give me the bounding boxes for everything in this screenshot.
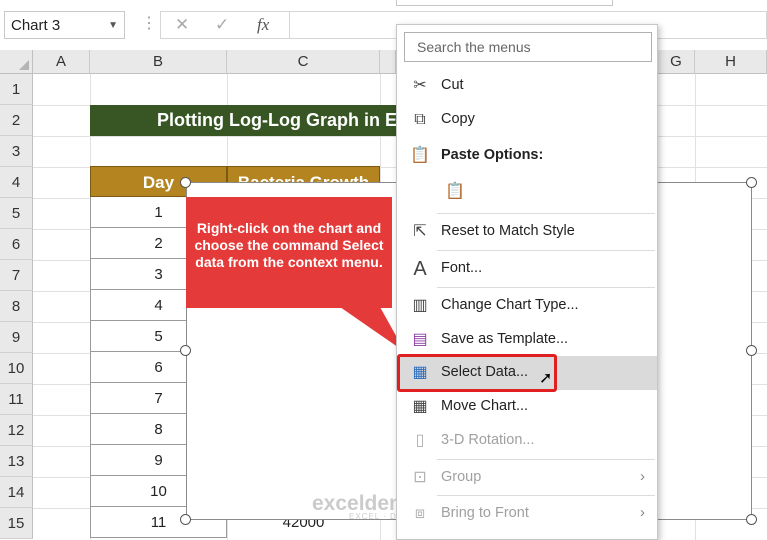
resize-handle[interactable] bbox=[746, 345, 757, 356]
menu-item-label: Change Chart Type... bbox=[441, 297, 579, 313]
chevron-right-icon: › bbox=[640, 468, 645, 485]
column-header-h[interactable]: H bbox=[695, 50, 767, 74]
rotation-icon: ▯ bbox=[415, 432, 425, 449]
menu-item-save-template[interactable]: ▤ Save as Template... bbox=[397, 323, 657, 357]
menu-search-input[interactable]: Search the menus bbox=[404, 32, 652, 62]
highlight-box bbox=[397, 354, 557, 392]
resize-handle[interactable] bbox=[746, 514, 757, 525]
resize-handle[interactable] bbox=[180, 514, 191, 525]
reset-style-icon: ⇱ bbox=[413, 223, 427, 240]
menu-item-cut[interactable]: ✂ Cut bbox=[397, 69, 657, 103]
menu-item-move-chart[interactable]: ▦ Move Chart... bbox=[397, 390, 657, 424]
row-header-3[interactable]: 3 bbox=[0, 136, 33, 167]
column-header-a[interactable]: A bbox=[33, 50, 90, 74]
row-header-2[interactable]: 2 bbox=[0, 105, 33, 136]
sheet-title: Plotting Log-Log Graph in Ex bbox=[90, 105, 400, 136]
menu-item-label: Bring to Front bbox=[441, 505, 529, 521]
context-menu: Search the menus ✂ Cut ⧉ Copy 📋 Paste Op… bbox=[396, 24, 658, 540]
menu-item-font[interactable]: A Font... bbox=[397, 252, 657, 286]
column-header-d[interactable] bbox=[380, 50, 396, 74]
check-icon[interactable]: ✓ bbox=[215, 15, 229, 35]
row-header-12[interactable]: 12 bbox=[0, 415, 33, 446]
bring-front-icon: ⧈ bbox=[414, 505, 426, 522]
menu-item-change-chart-type[interactable]: ▥ Change Chart Type... bbox=[397, 289, 657, 323]
row-header-13[interactable]: 13 bbox=[0, 446, 33, 477]
row-header-15[interactable]: 15 bbox=[0, 508, 33, 539]
row-header-11[interactable]: 11 bbox=[0, 384, 33, 415]
move-chart-icon: ▦ bbox=[412, 398, 428, 415]
row-header-9[interactable]: 9 bbox=[0, 322, 33, 353]
row-header-14[interactable]: 14 bbox=[0, 477, 33, 508]
row-header-7[interactable]: 7 bbox=[0, 260, 33, 291]
paste-option-button[interactable]: 📋 bbox=[432, 175, 472, 209]
name-box[interactable]: Chart 3 ▼ bbox=[4, 11, 125, 39]
resize-handle[interactable] bbox=[180, 177, 191, 188]
menu-item-3d-rotation: ▯ 3-D Rotation... bbox=[397, 424, 657, 458]
menu-item-label: Move Chart... bbox=[441, 398, 529, 414]
formula-buttons: ✕ ✓ fx bbox=[160, 11, 290, 39]
chevron-right-icon: › bbox=[640, 504, 645, 521]
row-header-6[interactable]: 6 bbox=[0, 229, 33, 260]
name-box-value: Chart 3 bbox=[11, 17, 61, 34]
menu-item-label: Group bbox=[441, 469, 482, 485]
font-icon: A bbox=[413, 258, 427, 280]
chart-type-icon: ▥ bbox=[412, 297, 428, 314]
menu-item-label: Cut bbox=[441, 77, 464, 93]
menu-item-group: ⊡ Group › bbox=[397, 461, 657, 495]
chevron-down-icon[interactable]: ▼ bbox=[108, 20, 118, 31]
insert-function-button[interactable]: fx bbox=[257, 15, 269, 35]
clipboard-icon: 📋 bbox=[445, 183, 465, 200]
menu-item-label: 3-D Rotation... bbox=[441, 432, 535, 448]
row-header-1[interactable]: 1 bbox=[0, 74, 33, 105]
template-icon: ▤ bbox=[412, 331, 428, 348]
column-header-g[interactable]: G bbox=[658, 50, 695, 74]
instruction-callout: Right-click on the chart and choose the … bbox=[186, 197, 392, 308]
menu-item-label: Reset to Match Style bbox=[441, 223, 575, 239]
row-header-10[interactable]: 10 bbox=[0, 353, 33, 384]
row-header-5[interactable]: 5 bbox=[0, 198, 33, 229]
menu-item-label: Paste Options: bbox=[441, 147, 544, 163]
menu-item-label: Font... bbox=[441, 260, 483, 276]
column-header-c[interactable]: C bbox=[227, 50, 380, 74]
group-icon: ⊡ bbox=[413, 469, 427, 486]
resize-handle[interactable] bbox=[746, 177, 757, 188]
clipboard-icon: 📋 bbox=[410, 147, 430, 164]
menu-item-label: Copy bbox=[441, 111, 475, 127]
scissors-icon: ✂ bbox=[413, 77, 427, 94]
menu-item-paste-options: 📋 Paste Options: bbox=[397, 139, 657, 173]
menu-item-copy[interactable]: ⧉ Copy bbox=[397, 103, 657, 137]
menu-item-label: Save as Template... bbox=[441, 331, 569, 347]
row-header-4[interactable]: 4 bbox=[0, 167, 33, 198]
menu-item-reset-style[interactable]: ⇱ Reset to Match Style bbox=[397, 215, 657, 249]
copy-icon: ⧉ bbox=[414, 111, 426, 128]
select-all-button[interactable] bbox=[0, 50, 33, 74]
column-header-b[interactable]: B bbox=[90, 50, 227, 74]
menu-item-bring-to-front: ⧈ Bring to Front › bbox=[397, 497, 657, 531]
resize-handle[interactable] bbox=[180, 345, 191, 356]
x-icon[interactable]: ✕ bbox=[175, 15, 189, 35]
drag-handle-icon[interactable]: ⋮ bbox=[141, 13, 157, 33]
menu-top-edge bbox=[396, 0, 613, 6]
row-header-8[interactable]: 8 bbox=[0, 291, 33, 322]
